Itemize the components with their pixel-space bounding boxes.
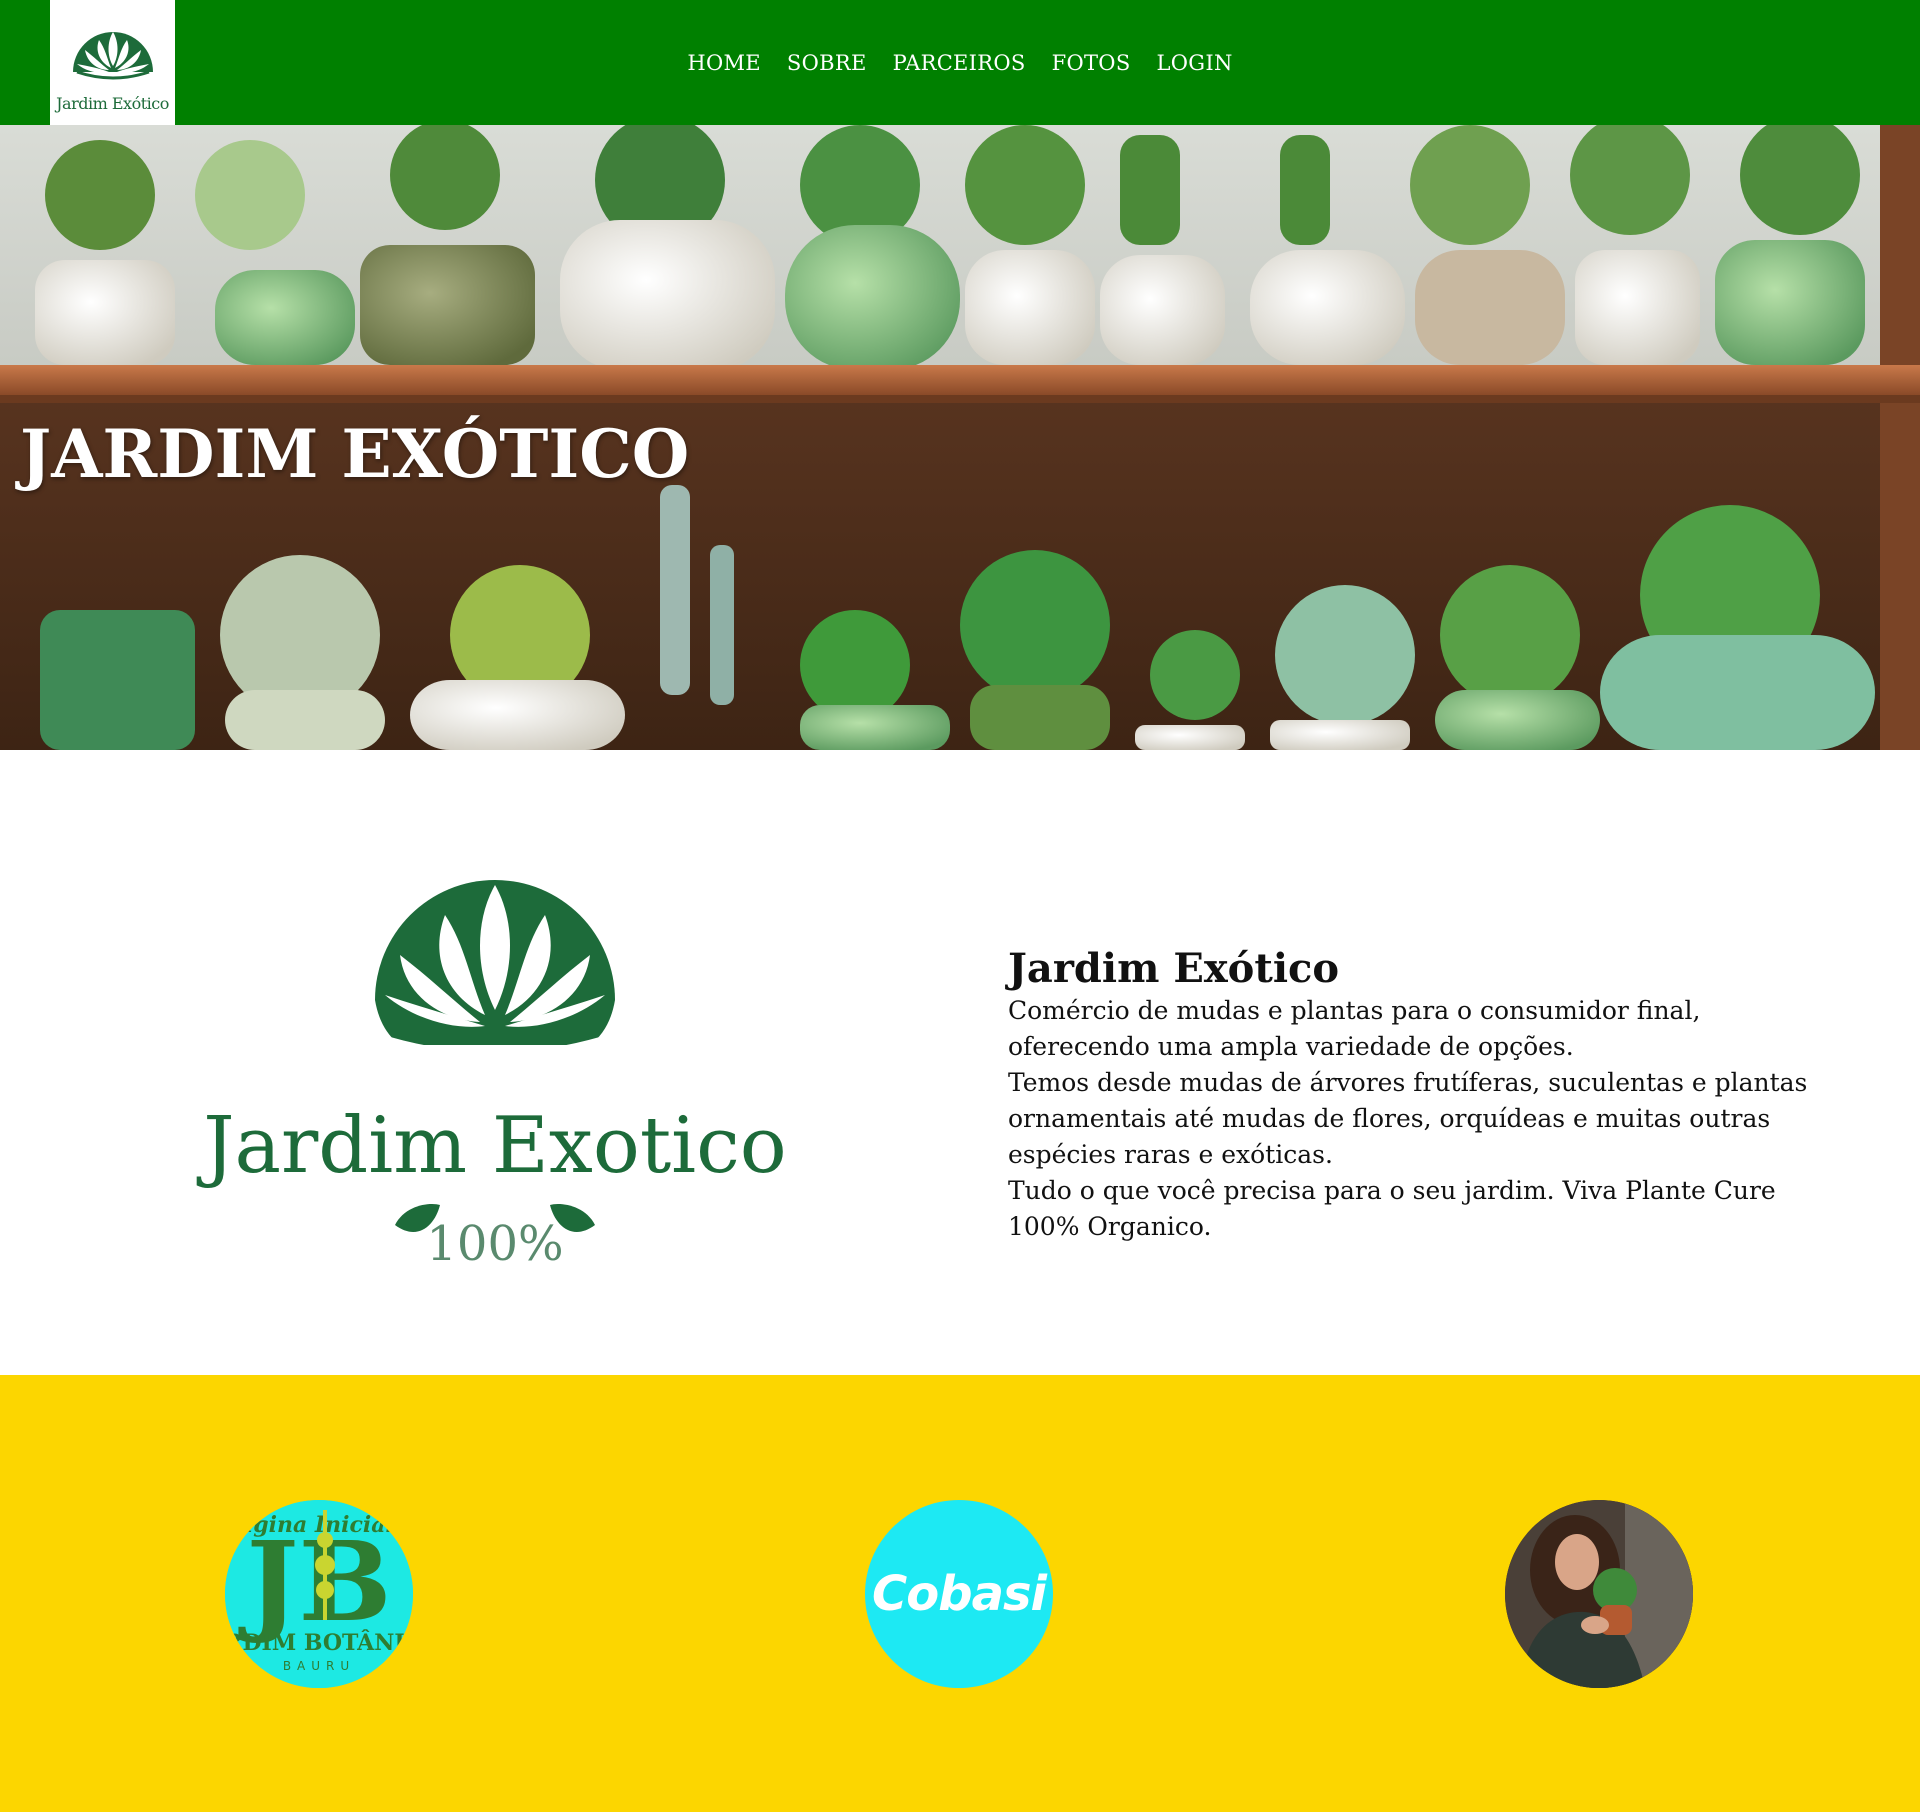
partner-jardim-botanico-logo[interactable]: Página Inicial JB JARDIM BOTÂNICO BAURU xyxy=(225,1500,413,1688)
lotus-logo-icon: Jardim Exotico 100% xyxy=(196,880,787,1270)
top-navbar: Jardim Exótico HOME SOBRE PARCEIROS FOTO… xyxy=(0,0,1920,125)
plant-shop-woman-photo xyxy=(1505,1500,1693,1688)
nav-link-fotos[interactable]: FOTOS xyxy=(1052,51,1131,75)
about-paragraph: Tudo o que você precisa para o seu jardi… xyxy=(1008,1176,1776,1241)
nav-link-sobre[interactable]: SOBRE xyxy=(787,51,867,75)
about-logo-caption: Jardim Exotico xyxy=(196,1101,787,1191)
jb-main-text: JARDIM BOTÂNICO xyxy=(225,1629,413,1656)
hero-banner: JARDIM EXÓTICO xyxy=(0,125,1920,750)
jardim-botanico-logo-icon: Página Inicial JB JARDIM BOTÂNICO BAURU xyxy=(225,1500,413,1688)
nav-link-home[interactable]: HOME xyxy=(687,51,761,75)
about-text: Jardim Exótico Comércio de mudas e plant… xyxy=(1008,945,1838,1245)
jb-monogram: JB xyxy=(237,1517,391,1646)
main-nav: HOME SOBRE PARCEIROS FOTOS LOGIN xyxy=(0,0,1920,125)
nav-link-login[interactable]: LOGIN xyxy=(1157,51,1233,75)
partner-plant-shop-photo[interactable] xyxy=(1505,1500,1693,1688)
about-body: Comércio de mudas e plantas para o consu… xyxy=(1008,993,1838,1245)
jb-sub-text: BAURU xyxy=(283,1659,355,1673)
about-section: Jardim Exotico 100% Jardim Exótico Comér… xyxy=(0,750,1920,1375)
hero-title: JARDIM EXÓTICO xyxy=(20,415,690,493)
about-paragraph: Temos desde mudas de árvores frutíferas,… xyxy=(1008,1068,1808,1169)
partner-cobasi-logo[interactable]: Cobasi xyxy=(865,1500,1053,1688)
partners-section: Página Inicial JB JARDIM BOTÂNICO BAURU … xyxy=(0,1375,1920,1812)
nav-link-parceiros[interactable]: PARCEIROS xyxy=(893,51,1026,75)
cobasi-wordmark: Cobasi xyxy=(872,1566,1047,1622)
about-logo: Jardim Exotico 100% xyxy=(190,830,810,1270)
about-title: Jardim Exótico xyxy=(1008,945,1340,992)
about-paragraph: Comércio de mudas e plantas para o consu… xyxy=(1008,996,1701,1061)
about-logo-badge: 100% xyxy=(426,1216,563,1270)
